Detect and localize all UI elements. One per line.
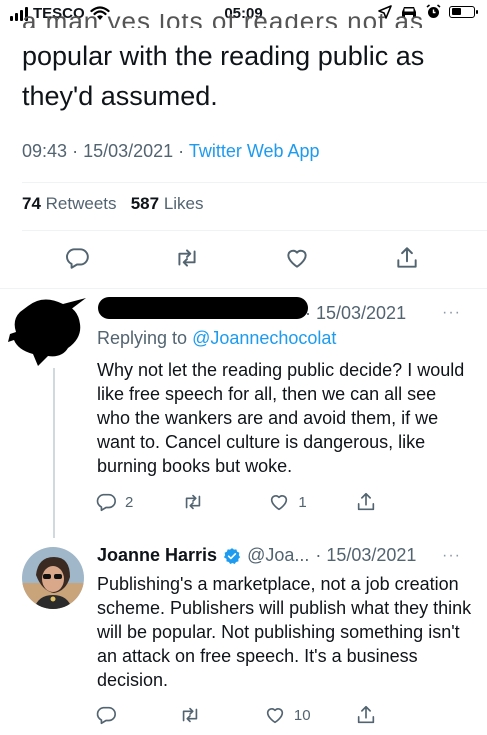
reply1-reply-button[interactable]: 2 [95, 491, 135, 513]
retweet-icon [179, 704, 201, 726]
reply1-retweet-button[interactable] [182, 491, 222, 513]
heart-icon [264, 704, 286, 726]
replying-to: Replying to @Joannechocolat [97, 328, 337, 348]
reply2-share-button[interactable] [355, 704, 395, 726]
retweet-icon[interactable] [174, 245, 200, 271]
heart-icon[interactable] [284, 245, 310, 271]
reply1-share-button[interactable] [355, 491, 395, 513]
reply1-text: Why not let the reading public decide? I… [97, 360, 465, 476]
redacted-avatar [8, 298, 86, 366]
avatar[interactable] [22, 547, 84, 609]
share-icon [355, 704, 377, 726]
redacted-author [98, 297, 308, 319]
more-options-icon[interactable]: ··· [442, 547, 461, 565]
reply-icon [95, 704, 117, 726]
divider [0, 288, 487, 289]
reply2-text: Publishing's a marketplace, not a job cr… [97, 574, 472, 690]
reply-icon[interactable] [64, 245, 90, 271]
reply-icon [95, 491, 117, 513]
thread-line [53, 368, 55, 538]
share-icon[interactable] [394, 245, 420, 271]
verified-badge-icon [223, 547, 241, 564]
replying-handle-link[interactable]: @Joannechocolat [192, 328, 336, 348]
likes-stat[interactable]: 587 Likes [131, 194, 204, 213]
author-name[interactable]: Joanne Harris [97, 545, 217, 566]
tweet-text-cut: a man yes lots of readers not as [22, 14, 424, 28]
reply1-actions: 2 1 [95, 491, 395, 513]
divider [22, 230, 487, 231]
reply1-like-button[interactable]: 1 [268, 491, 308, 513]
reply2-like-button[interactable]: 10 [264, 704, 311, 726]
heart-icon [268, 491, 290, 513]
battery-icon [449, 5, 478, 18]
tweet-actions [22, 245, 462, 271]
tweet-source-link[interactable]: Twitter Web App [189, 141, 320, 161]
author-handle[interactable]: @Joa... [247, 545, 309, 566]
reply1-date: · 15/03/2021 [305, 303, 407, 323]
divider [22, 182, 487, 183]
reply2-date: · 15/03/2021 [315, 545, 417, 565]
tweet-meta: 09:43 · 15/03/2021 · Twitter Web App [22, 141, 320, 161]
tweet-text: popular with the reading public as they'… [22, 41, 425, 111]
reply2-actions: 10 [95, 704, 395, 726]
more-options-icon[interactable]: ··· [442, 304, 461, 322]
reply2-header: Joanne Harris @Joa... · 15/03/2021 [97, 545, 416, 566]
tweet-stats: 74 Retweets 587 Likes [22, 194, 204, 214]
tweet-date: 15/03/2021 [83, 141, 174, 161]
retweet-icon [182, 491, 204, 513]
alarm-icon [426, 4, 441, 18]
retweets-stat[interactable]: 74 Retweets [22, 194, 117, 213]
share-icon [355, 491, 377, 513]
reply2-reply-button[interactable] [95, 704, 135, 726]
reply2-retweet-button[interactable] [179, 704, 219, 726]
tweet-time: 09:43 [22, 141, 68, 161]
